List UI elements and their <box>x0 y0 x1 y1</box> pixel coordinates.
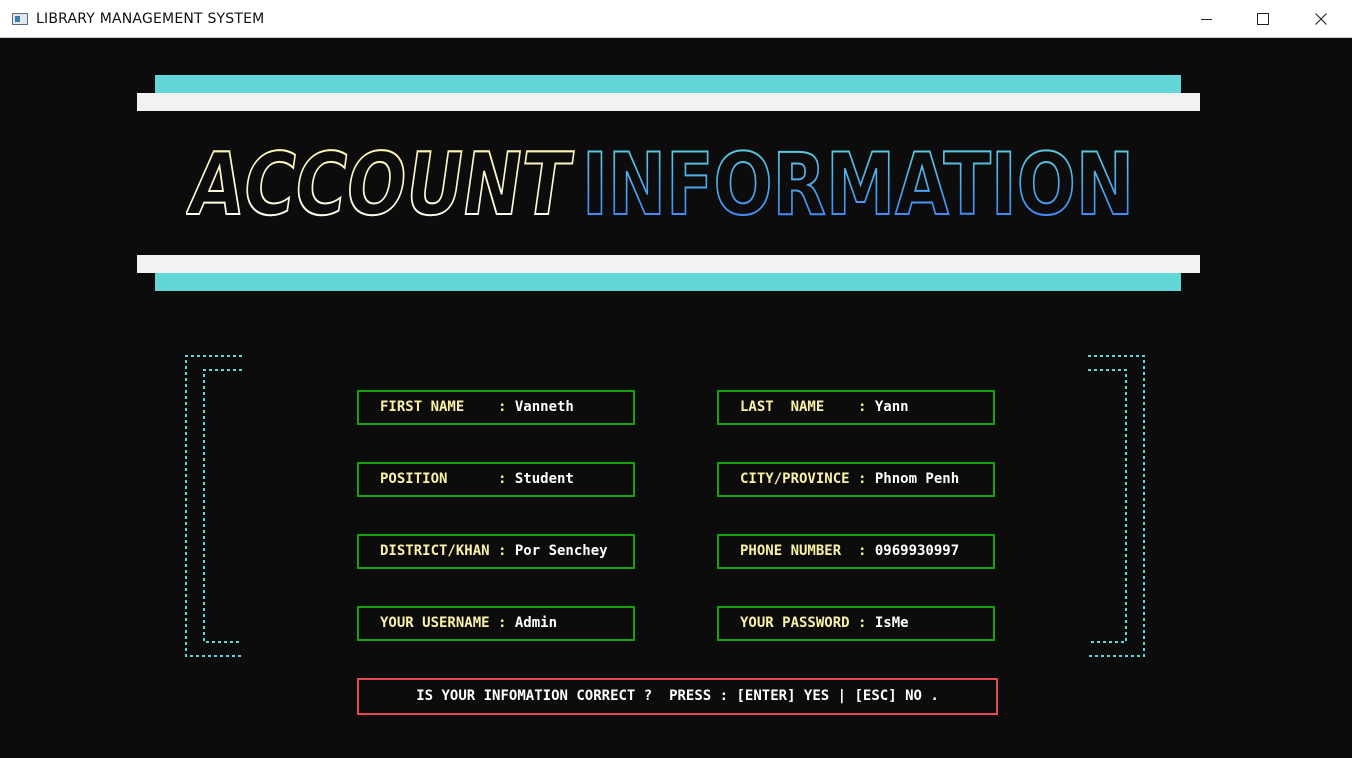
phone-number-field: PHONE NUMBER : 0969930997 <box>717 534 995 569</box>
window-titlebar: LIBRARY MANAGEMENT SYSTEM <box>0 0 1352 38</box>
username-value: Admin <box>514 615 558 631</box>
first-name-field: FIRST NAME : Vanneth <box>357 390 635 425</box>
maximize-button[interactable] <box>1240 0 1286 38</box>
position-field: POSITION : Student <box>357 462 635 497</box>
close-button[interactable] <box>1298 0 1344 38</box>
bottom-cyan-bar <box>155 273 1181 291</box>
bottom-white-bar <box>137 255 1200 273</box>
window-title: LIBRARY MANAGEMENT SYSTEM <box>36 11 265 27</box>
phone-number-value: 0969930997 <box>874 543 960 559</box>
last-name-label: LAST NAME : <box>740 399 875 415</box>
banner-title: ACCOUNT INFORMATION <box>186 140 1146 222</box>
first-name-value: Vanneth <box>514 399 574 415</box>
city-province-value: Phnom Penh <box>874 471 960 487</box>
right-bracket <box>1088 355 1145 657</box>
password-label: YOUR PASSWORD : <box>740 615 875 631</box>
banner-word-account: ACCOUNT <box>186 140 577 222</box>
phone-number-label: PHONE NUMBER : <box>740 543 875 559</box>
left-bracket <box>185 355 242 657</box>
city-province-label: CITY/PROVINCE : <box>740 471 875 487</box>
password-field: YOUR PASSWORD : IsMe <box>717 606 995 641</box>
position-label: POSITION : <box>380 471 515 487</box>
minimize-button[interactable] <box>1183 0 1229 38</box>
position-value: Student <box>514 471 574 487</box>
first-name-label: FIRST NAME : <box>380 399 515 415</box>
username-label: YOUR USERNAME : <box>380 615 515 631</box>
username-field: YOUR USERNAME : Admin <box>357 606 635 641</box>
city-province-field: CITY/PROVINCE : Phnom Penh <box>717 462 995 497</box>
confirm-prompt: IS YOUR INFOMATION CORRECT ? PRESS : [EN… <box>357 678 998 715</box>
top-cyan-bar <box>155 75 1181 93</box>
banner-art: ACCOUNT INFORMATION <box>186 140 1135 222</box>
district-khan-label: DISTRICT/KHAN : <box>380 543 515 559</box>
maximize-icon <box>1257 13 1269 25</box>
minimize-icon <box>1200 18 1212 20</box>
district-khan-value: Por Senchey <box>514 543 608 559</box>
close-icon <box>1315 13 1327 25</box>
password-value: IsMe <box>874 615 909 631</box>
district-khan-field: DISTRICT/KHAN : Por Senchey <box>357 534 635 569</box>
app-icon <box>12 13 28 25</box>
last-name-field: LAST NAME : Yann <box>717 390 995 425</box>
banner-word-information: INFORMATION <box>582 140 1134 222</box>
last-name-value: Yann <box>874 399 909 415</box>
top-white-bar <box>137 93 1200 111</box>
